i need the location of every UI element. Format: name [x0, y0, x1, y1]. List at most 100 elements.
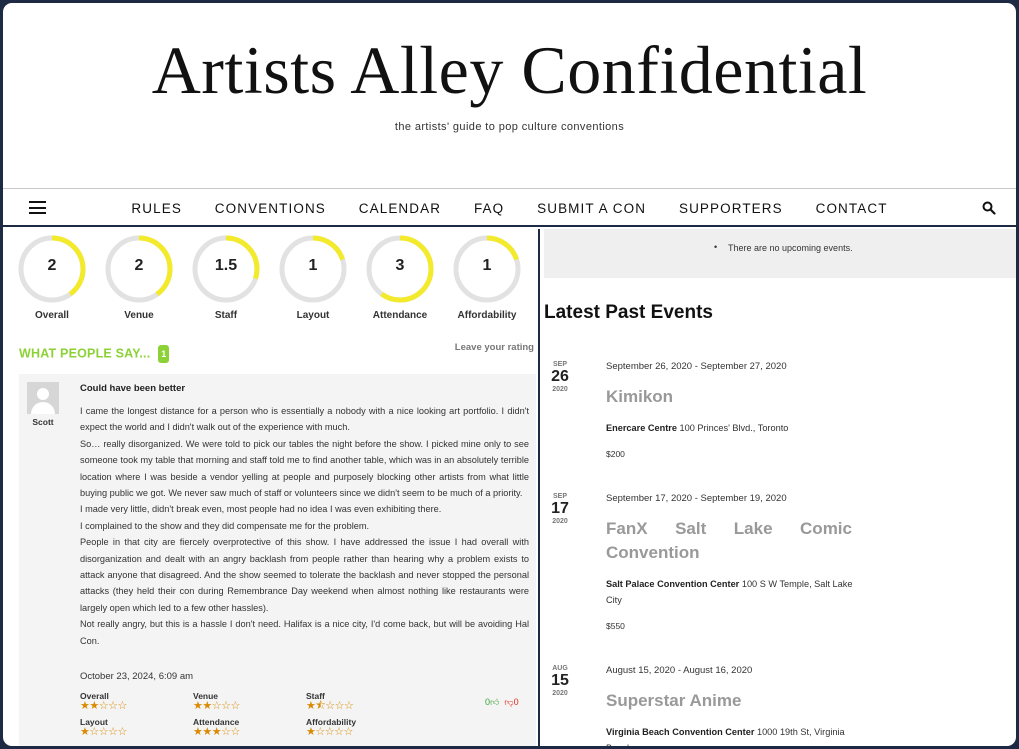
star-rating: ★☆☆☆☆: [306, 727, 416, 738]
gauge-value: 1.5: [214, 257, 238, 274]
gauge-staff: 1.5 Staff: [190, 233, 262, 321]
event-date-range: August 15, 2020 - August 16, 2020: [606, 665, 753, 676]
review-paragraph: I came the longest distance for a person…: [80, 406, 529, 433]
event-date-range: September 26, 2020 - September 27, 2020: [606, 361, 787, 372]
nav-faq[interactable]: FAQ: [474, 201, 504, 216]
star-empty-icon: ☆: [98, 726, 109, 738]
event-date-badge: AUG 15 2020: [550, 665, 570, 697]
star-empty-icon: ☆: [221, 700, 231, 712]
gauge-value: 1: [482, 257, 492, 274]
leave-rating-link[interactable]: Leave your rating: [455, 342, 534, 353]
rating-attendance: Attendance ★★★☆☆: [193, 717, 303, 738]
review-body: I came the longest distance for a person…: [80, 403, 529, 649]
review-paragraph: People in that city are fiercely overpro…: [80, 537, 529, 613]
latest-past-events-heading: Latest Past Events: [544, 302, 713, 323]
venue-name: Salt Palace Convention Center: [606, 579, 740, 589]
search-icon[interactable]: [982, 201, 996, 215]
gauge-venue: 2 Venue: [103, 233, 175, 321]
nav-items: RULES CONVENTIONS CALENDAR FAQ SUBMIT A …: [3, 201, 1016, 216]
event-day: 26: [551, 368, 569, 385]
star-full-icon: ★: [193, 726, 203, 738]
thumbs-down-icon: 👎︎: [504, 697, 514, 707]
gauge-label: Layout: [296, 310, 330, 321]
event-venue: Virginia Beach Convention Center 1000 19…: [606, 725, 856, 746]
thumbs-up-icon: 👍︎: [490, 697, 500, 707]
venue-name: Virginia Beach Convention Center: [606, 727, 755, 737]
event-month: SEP: [552, 361, 567, 368]
event-price: $550: [606, 621, 625, 631]
star-empty-icon: ☆: [117, 700, 128, 712]
gauge-value: 2: [134, 257, 144, 274]
event-day: 15: [551, 672, 569, 689]
no-upcoming-events-notice: There are no upcoming events.: [714, 242, 853, 253]
event-date-badge: SEP 17 2020: [550, 493, 570, 525]
nav-supporters[interactable]: SUPPORTERS: [679, 201, 783, 216]
nav-rules[interactable]: RULES: [131, 201, 182, 216]
star-empty-icon: ☆: [324, 726, 335, 738]
star-full-icon: ★: [193, 700, 203, 712]
events-sidebar: There are no upcoming events. Latest Pas…: [542, 229, 1016, 746]
event-year: 2020: [552, 386, 568, 393]
site-title[interactable]: Artists Alley Confidential: [3, 31, 1016, 110]
gauge-overall: 2 Overall: [16, 233, 88, 321]
star-empty-icon: ☆: [98, 700, 109, 712]
venue-address: 100 Princes' Blvd., Toronto: [679, 423, 789, 433]
star-empty-icon: ☆: [211, 700, 222, 712]
gauge-attendance: 3 Attendance: [364, 233, 436, 321]
event-year: 2020: [552, 518, 568, 525]
gauge-label: Overall: [35, 310, 69, 321]
review-title: Could have been better: [80, 383, 186, 394]
star-rating: ★⯪☆☆☆: [306, 701, 416, 712]
review-author: Scott: [32, 417, 54, 427]
star-full-icon: ★: [80, 700, 90, 712]
nav-conventions[interactable]: CONVENTIONS: [215, 201, 326, 216]
star-empty-icon: ☆: [230, 726, 241, 738]
avatar: [27, 382, 59, 414]
event-title[interactable]: FanX Salt Lake Comic Convention: [606, 517, 852, 565]
star-full-icon: ★: [211, 726, 222, 738]
star-empty-icon: ☆: [325, 700, 335, 712]
event-title[interactable]: Superstar Anime: [606, 689, 852, 713]
gauge-label: Venue: [124, 310, 154, 321]
upvote-button[interactable]: 0👍︎: [485, 697, 499, 707]
star-rating: ★☆☆☆☆: [80, 727, 190, 738]
event-year: 2020: [552, 690, 568, 697]
event-day: 17: [551, 500, 569, 517]
event-price: $200: [606, 449, 625, 459]
star-empty-icon: ☆: [343, 726, 354, 738]
review-paragraph: Not really angry, but this is a hassle I…: [80, 619, 529, 646]
star-empty-icon: ☆: [230, 700, 241, 712]
rating-venue: Venue ★★☆☆☆: [193, 691, 303, 712]
gauge-label: Staff: [214, 310, 238, 321]
review-paragraph: I made very little, didn't break even, m…: [80, 504, 442, 515]
gauge-label: Attendance: [372, 310, 428, 321]
star-empty-icon: ☆: [344, 700, 354, 712]
event-month: AUG: [552, 665, 568, 672]
rating-overall: Overall ★★☆☆☆: [80, 691, 190, 712]
what-people-say-heading: WHAT PEOPLE SAY... 1: [19, 345, 170, 363]
star-empty-icon: ☆: [221, 726, 231, 738]
event-date-badge: SEP 26 2020: [550, 361, 570, 393]
gauge-value: 2: [47, 257, 57, 274]
nav-submit-a-con[interactable]: SUBMIT A CON: [537, 201, 646, 216]
venue-name: Enercare Centre: [606, 423, 677, 433]
nav-calendar[interactable]: CALENDAR: [359, 201, 441, 216]
star-rating: ★★☆☆☆: [80, 701, 190, 712]
downvote-button[interactable]: 👎︎0: [504, 697, 518, 707]
star-empty-icon: ☆: [108, 700, 118, 712]
event-venue: Salt Palace Convention Center 100 S W Te…: [606, 577, 856, 608]
event-venue: Enercare Centre 100 Princes' Blvd., Toro…: [606, 421, 856, 437]
event-month: SEP: [552, 493, 567, 500]
downvote-count: 0: [513, 697, 519, 707]
gauge-affordability: 1 Affordability: [451, 233, 523, 321]
star-full-icon: ★: [306, 700, 316, 712]
gauge-value: 3: [395, 257, 405, 274]
nav-contact[interactable]: CONTACT: [816, 201, 888, 216]
masthead: Artists Alley Confidential the artists' …: [3, 3, 1016, 188]
star-full-icon: ★: [202, 726, 212, 738]
site-tagline: the artists' guide to pop culture conven…: [394, 121, 625, 133]
review-paragraph: I complained to the show and they did co…: [80, 520, 370, 531]
event-title[interactable]: Kimikon: [606, 385, 852, 409]
convention-review-panel: 2 Overall 2 Venue 1.5 Staff 1 Layout 3 A…: [3, 229, 540, 746]
browser-frame: Artists Alley Confidential the artists' …: [0, 0, 1019, 749]
